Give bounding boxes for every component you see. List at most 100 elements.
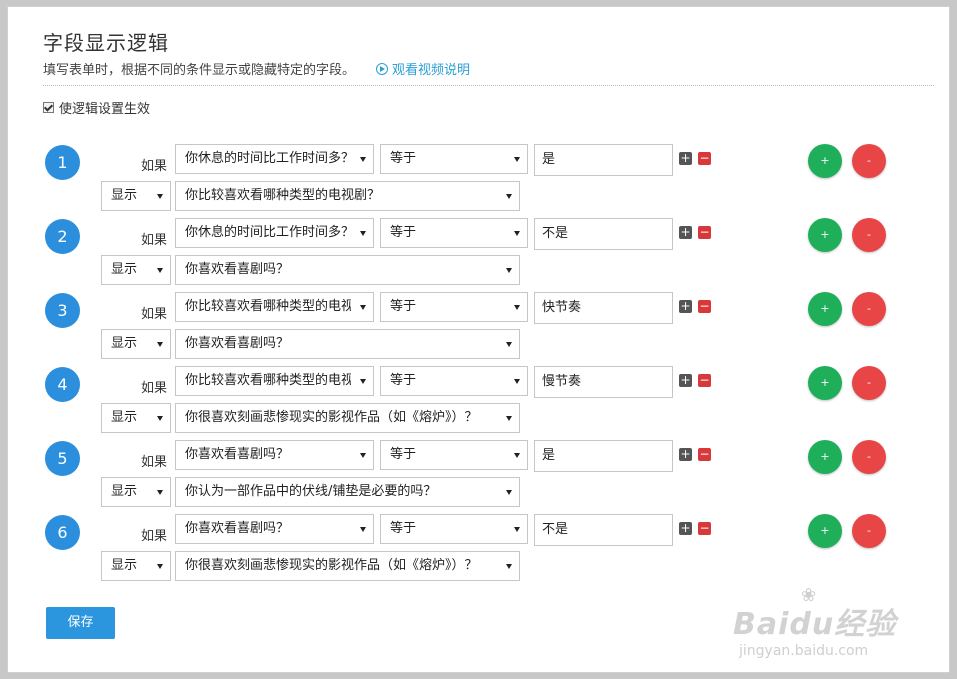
condition-value-input[interactable]: 不是: [534, 514, 673, 546]
dropdown-arrow-icon: [506, 194, 512, 199]
target-field-value: 你喜欢看喜剧吗？: [185, 262, 290, 277]
action-value: 显示: [111, 336, 138, 351]
condition-value-input[interactable]: 不是: [534, 218, 673, 250]
add-condition-icon[interactable]: +: [679, 226, 692, 239]
dropdown-arrow-icon: [360, 453, 366, 458]
operator-select[interactable]: 等于: [380, 144, 528, 174]
operator-select[interactable]: 等于: [380, 366, 528, 396]
action-value: 显示: [111, 558, 138, 573]
remove-condition-icon[interactable]: −: [698, 522, 711, 535]
remove-rule-button[interactable]: -: [852, 218, 886, 252]
add-rule-button[interactable]: +: [808, 144, 842, 178]
action-value: 显示: [111, 262, 138, 277]
target-field-value: 你很喜欢刻画悲惨现实的影视作品（如《熔炉》）？: [185, 410, 478, 425]
target-field-select[interactable]: 你喜欢看喜剧吗？: [175, 255, 520, 285]
condition-field-value: 你喜欢看喜剧吗？: [185, 521, 290, 536]
condition-field-select[interactable]: 你比较喜欢看哪种类型的电视剧？: [175, 366, 374, 396]
dropdown-arrow-icon: [360, 527, 366, 532]
dropdown-arrow-icon: [360, 305, 366, 310]
add-rule-button[interactable]: +: [808, 292, 842, 326]
watermark-logo: Baidu经验: [733, 607, 897, 642]
operator-value: 等于: [390, 447, 417, 462]
operator-value: 等于: [390, 299, 417, 314]
operator-value: 等于: [390, 373, 417, 388]
add-condition-icon[interactable]: +: [679, 374, 692, 387]
dropdown-arrow-icon: [360, 231, 366, 236]
add-condition-icon[interactable]: +: [679, 522, 692, 535]
add-condition-icon[interactable]: +: [679, 448, 692, 461]
remove-rule-button[interactable]: -: [852, 514, 886, 548]
remove-rule-button[interactable]: -: [852, 366, 886, 400]
enable-logic-option[interactable]: 使逻辑设置生效: [43, 98, 150, 117]
action-select[interactable]: 显示: [101, 551, 171, 581]
action-value: 显示: [111, 410, 138, 425]
operator-select[interactable]: 等于: [380, 514, 528, 544]
action-select[interactable]: 显示: [101, 329, 171, 359]
condition-value-input[interactable]: 快节奏: [534, 292, 673, 324]
action-select[interactable]: 显示: [101, 477, 171, 507]
dropdown-arrow-icon: [157, 564, 163, 569]
add-condition-icon[interactable]: +: [679, 152, 692, 165]
action-select[interactable]: 显示: [101, 181, 171, 211]
remove-condition-icon[interactable]: −: [698, 300, 711, 313]
logic-rule-row: 2 如果 你休息的时间比工作时间多？ 等于 不是 + − + - 显示 你喜欢看喜剧吗？: [8, 218, 951, 293]
action-select[interactable]: 显示: [101, 255, 171, 285]
enable-logic-checkbox[interactable]: [43, 102, 54, 113]
dropdown-arrow-icon: [514, 305, 520, 310]
add-condition-icon[interactable]: +: [679, 300, 692, 313]
dropdown-arrow-icon: [360, 157, 366, 162]
operator-select[interactable]: 等于: [380, 440, 528, 470]
target-field-value: 你喜欢看喜剧吗？: [185, 336, 290, 351]
remove-condition-icon[interactable]: −: [698, 374, 711, 387]
play-circle-icon: [376, 62, 388, 75]
target-field-select[interactable]: 你比较喜欢看哪种类型的电视剧？: [175, 181, 520, 211]
dropdown-arrow-icon: [157, 490, 163, 495]
add-rule-button[interactable]: +: [808, 440, 842, 474]
dropdown-arrow-icon: [506, 564, 512, 569]
add-rule-button[interactable]: +: [808, 366, 842, 400]
operator-value: 等于: [390, 225, 417, 240]
page-title: 字段显示逻辑: [43, 31, 169, 55]
dropdown-arrow-icon: [514, 527, 520, 532]
add-rule-button[interactable]: +: [808, 218, 842, 252]
condition-field-select[interactable]: 你喜欢看喜剧吗？: [175, 514, 374, 544]
dropdown-arrow-icon: [514, 157, 520, 162]
save-button[interactable]: 保存: [46, 607, 115, 639]
target-field-select[interactable]: 你很喜欢刻画悲惨现实的影视作品（如《熔炉》）？: [175, 403, 520, 433]
target-field-select[interactable]: 你很喜欢刻画悲惨现实的影视作品（如《熔炉》）？: [175, 551, 520, 581]
video-help-link[interactable]: 观看视频说明: [376, 59, 470, 78]
remove-rule-button[interactable]: -: [852, 144, 886, 178]
add-rule-button[interactable]: +: [808, 514, 842, 548]
condition-field-select[interactable]: 你休息的时间比工作时间多？: [175, 144, 374, 174]
dropdown-arrow-icon: [506, 416, 512, 421]
condition-value-input[interactable]: 是: [534, 440, 673, 472]
remove-rule-button[interactable]: -: [852, 440, 886, 474]
condition-value-input[interactable]: 是: [534, 144, 673, 176]
operator-select[interactable]: 等于: [380, 218, 528, 248]
dropdown-arrow-icon: [514, 231, 520, 236]
remove-condition-icon[interactable]: −: [698, 152, 711, 165]
condition-field-select[interactable]: 你喜欢看喜剧吗？: [175, 440, 374, 470]
logic-rule-row: 1 如果 你休息的时间比工作时间多？ 等于是 + − + - 显示 你比较喜欢看哪种类型的电视剧？: [8, 144, 951, 219]
condition-field-value: 你休息的时间比工作时间多？: [185, 225, 351, 240]
target-field-select[interactable]: 你认为一部作品中的伏线/铺垫是必要的吗？: [175, 477, 520, 507]
remove-condition-icon[interactable]: −: [698, 448, 711, 461]
dropdown-arrow-icon: [514, 453, 520, 458]
form-logic-panel: 字段显示逻辑 填写表单时，根据不同的条件显示或隐藏特定的字段。 观看视频说明 使…: [7, 6, 950, 673]
condition-value-input[interactable]: 慢节奏: [534, 366, 673, 398]
condition-field-value: 你比较喜欢看哪种类型的电视剧？: [185, 299, 351, 314]
action-select[interactable]: 显示: [101, 403, 171, 433]
dropdown-arrow-icon: [360, 379, 366, 384]
target-field-select[interactable]: 你喜欢看喜剧吗？: [175, 329, 520, 359]
logic-rule-row: 3如果你比较喜欢看哪种类型的电视剧？等于快节奏+−+-显示你喜欢看喜剧吗？: [8, 292, 951, 367]
if-label: 如果: [141, 455, 168, 470]
if-label: 如果: [141, 307, 168, 322]
operator-select[interactable]: 等于: [380, 292, 528, 322]
remove-condition-icon[interactable]: −: [698, 226, 711, 239]
if-label: 如果: [141, 159, 168, 174]
condition-field-select[interactable]: 你比较喜欢看哪种类型的电视剧？: [175, 292, 374, 322]
baidu-watermark: ❀ Baidu经验 jingyan.baidu.com: [733, 585, 913, 665]
condition-field-select[interactable]: 你休息的时间比工作时间多？: [175, 218, 374, 248]
remove-rule-button[interactable]: -: [852, 292, 886, 326]
dropdown-arrow-icon: [157, 194, 163, 199]
